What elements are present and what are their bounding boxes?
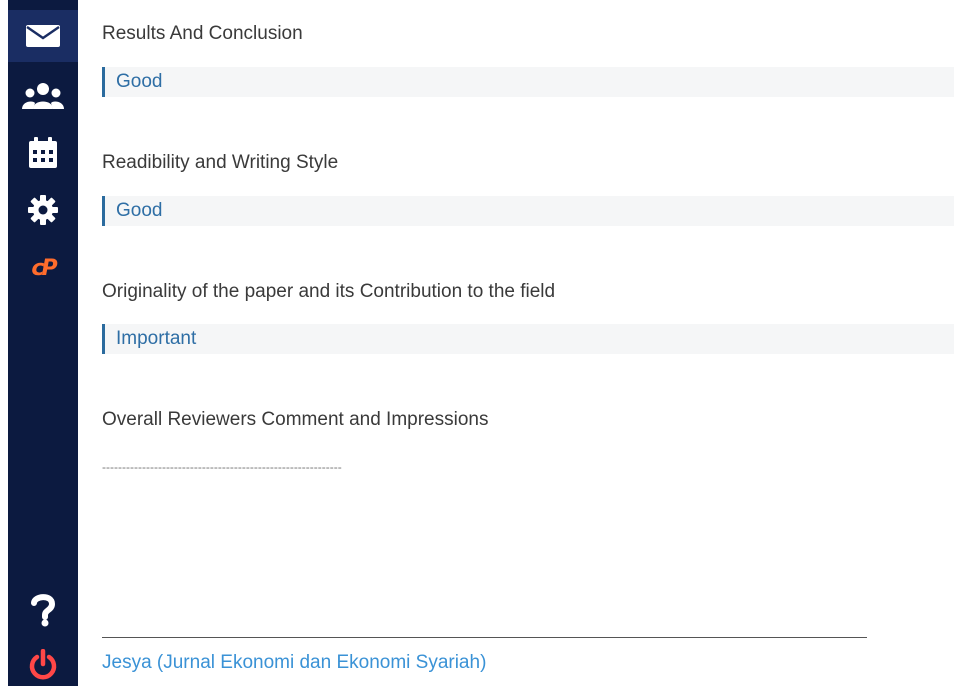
cpanel-icon: cP xyxy=(31,256,57,281)
question-label-readability: Readibility and Writing Style xyxy=(102,152,339,173)
answer-value: Good xyxy=(116,200,163,221)
question-icon xyxy=(30,593,56,627)
sidebar-item-settings[interactable] xyxy=(8,190,78,230)
sidebar-item-calendar[interactable] xyxy=(8,134,78,172)
sidebar-item-cpanel[interactable]: cP xyxy=(8,252,78,286)
answer-results: Good xyxy=(102,67,954,97)
app-root: cP Results And Conclusion Good Readibili… xyxy=(0,0,954,686)
power-icon xyxy=(28,649,58,681)
journal-link[interactable]: Jesya (Jurnal Ekonomi dan Ekonomi Syaria… xyxy=(102,651,486,675)
question-label-overall: Overall Reviewers Comment and Impression… xyxy=(102,409,489,430)
answer-value: Important xyxy=(116,328,197,349)
answer-value: Good xyxy=(116,71,163,92)
answer-readability: Good xyxy=(102,196,954,226)
question-label-results: Results And Conclusion xyxy=(102,23,303,44)
sidebar-item-messages[interactable] xyxy=(8,10,78,62)
sidebar-item-help[interactable] xyxy=(8,590,78,630)
users-icon xyxy=(21,82,65,110)
sidebar-item-logout[interactable] xyxy=(8,644,78,686)
review-content: Results And Conclusion Good Readibility … xyxy=(102,0,954,686)
question-label-originality: Originality of the paper and its Contrib… xyxy=(102,281,556,302)
answer-originality: Important xyxy=(102,324,954,354)
separator-line xyxy=(102,637,867,638)
gear-icon xyxy=(27,194,59,226)
sidebar-item-users[interactable] xyxy=(8,76,78,116)
calendar-icon xyxy=(28,137,58,169)
envelope-icon xyxy=(25,24,61,48)
comment-text: ----------------------------------------… xyxy=(102,460,342,474)
sidebar: cP xyxy=(8,0,78,686)
